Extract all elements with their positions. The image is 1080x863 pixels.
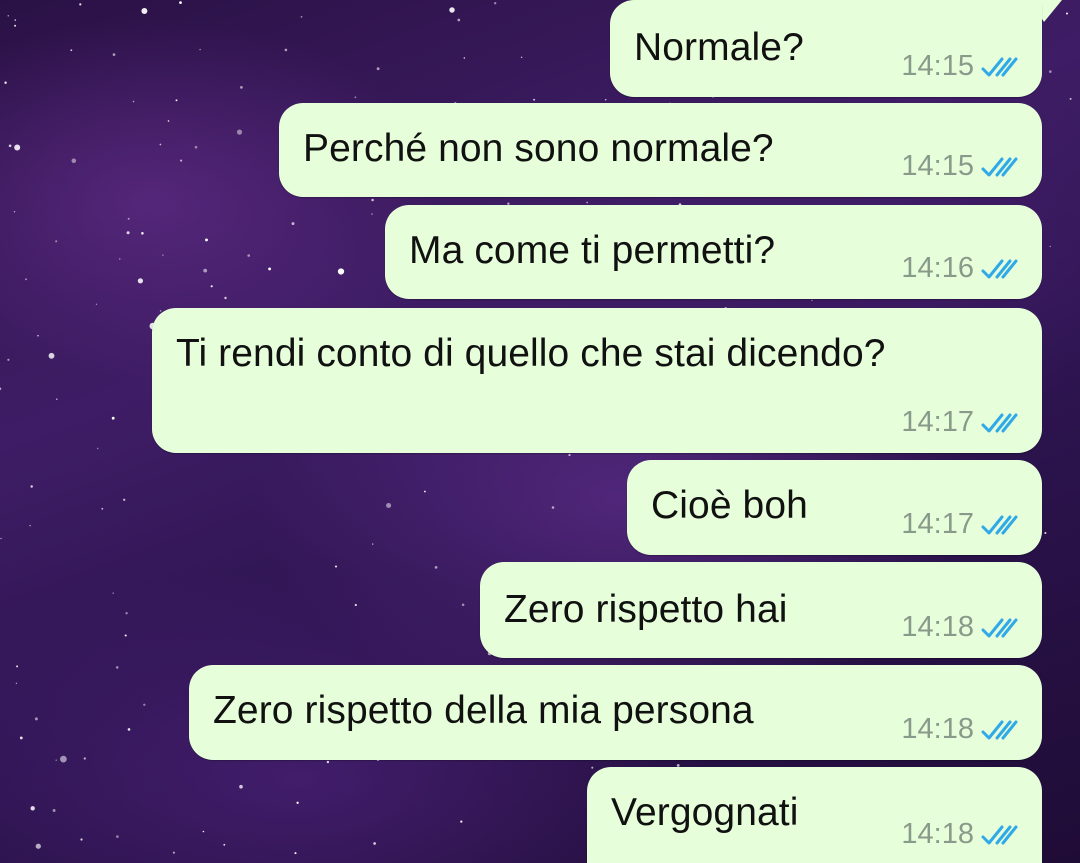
message-bubble[interactable]: Zero rispetto della mia persona 14:18: [189, 665, 1042, 760]
message-bubble[interactable]: Ti rendi conto di quello che stai dicend…: [152, 308, 1042, 453]
message-bubble[interactable]: Zero rispetto hai 14:18: [480, 562, 1042, 658]
message-bubble[interactable]: Ma come ti permetti? 14:16: [385, 205, 1042, 299]
message-meta: 14:17: [901, 508, 1024, 541]
message-meta: 14:17: [901, 406, 1024, 439]
double-check-read-icon: [981, 157, 1018, 176]
double-check-read-icon: [981, 57, 1018, 76]
message-meta: 14:15: [901, 150, 1024, 183]
double-check-read-icon: [981, 515, 1018, 534]
message-meta: 14:18: [901, 611, 1024, 644]
message-time: 14:18: [901, 818, 974, 850]
message-text: Vergognati: [611, 791, 799, 834]
message-time: 14:17: [901, 406, 974, 438]
message-bubble[interactable]: Normale? 14:15: [610, 0, 1042, 97]
double-check-read-icon: [981, 259, 1018, 278]
message-text: Ma come ti permetti?: [409, 229, 776, 272]
message-meta: 14:16: [901, 252, 1024, 285]
double-check-read-icon: [981, 720, 1018, 739]
message-time: 14:18: [901, 611, 974, 643]
message-meta: 14:15: [901, 50, 1024, 83]
double-check-read-icon: [981, 413, 1018, 432]
message-bubble[interactable]: Perché non sono normale? 14:15: [279, 103, 1042, 197]
message-text: Zero rispetto hai: [504, 588, 788, 631]
message-bubble[interactable]: Cioè boh 14:17: [627, 460, 1042, 555]
message-text: Perché non sono normale?: [303, 127, 774, 170]
message-time: 14:18: [901, 713, 974, 745]
message-meta: 14:18: [901, 818, 1024, 851]
message-text: Ti rendi conto di quello che stai dicend…: [176, 332, 886, 375]
message-time: 14:15: [901, 150, 974, 182]
message-bubble[interactable]: Vergognati 14:18: [587, 767, 1042, 863]
message-text: Normale?: [634, 26, 804, 69]
message-text: Zero rispetto della mia persona: [213, 689, 754, 732]
message-time: 14:16: [901, 252, 974, 284]
message-text: Cioè boh: [651, 484, 808, 527]
message-time: 14:15: [901, 50, 974, 82]
message-time: 14:17: [901, 508, 974, 540]
double-check-read-icon: [981, 618, 1018, 637]
double-check-read-icon: [981, 825, 1018, 844]
message-meta: 14:18: [901, 713, 1024, 746]
